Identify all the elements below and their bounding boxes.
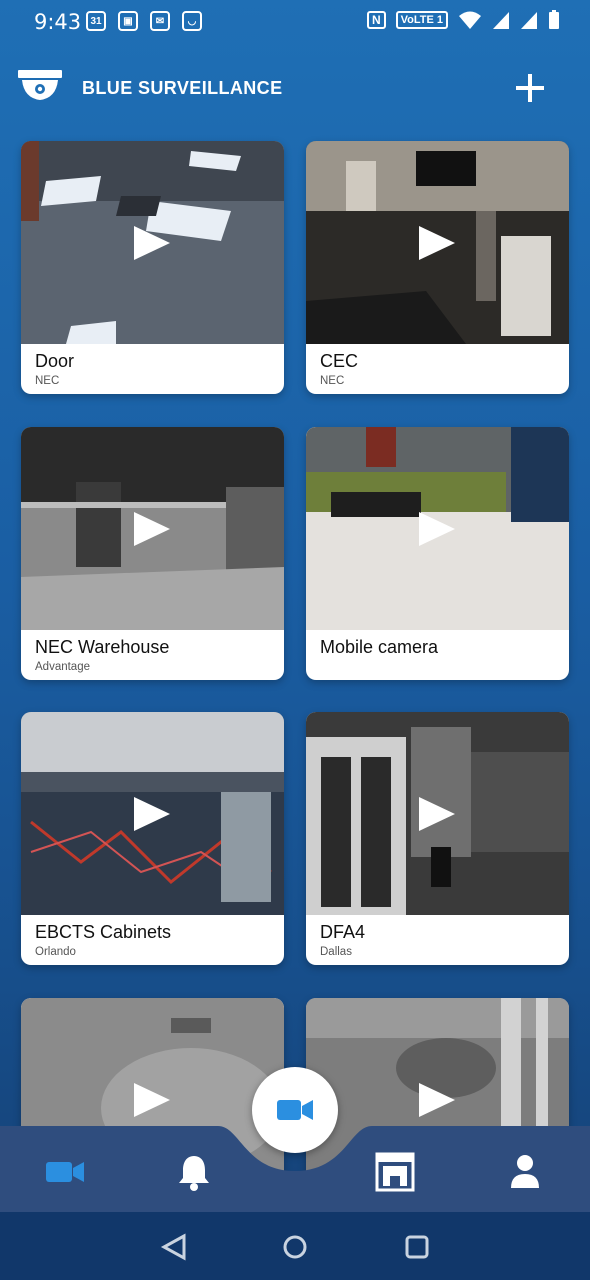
play-icon[interactable] bbox=[134, 797, 170, 831]
camera-location: Dallas bbox=[320, 946, 352, 958]
camera-location: Advantage bbox=[35, 661, 90, 673]
play-icon[interactable] bbox=[419, 797, 455, 831]
signal-icon bbox=[493, 12, 509, 29]
play-icon[interactable] bbox=[134, 512, 170, 546]
photos-icon: ▣ bbox=[118, 11, 138, 31]
notification-icons: 31 ▣ ✉ ◡ bbox=[86, 11, 202, 31]
recents-icon[interactable] bbox=[402, 1232, 432, 1262]
camera-name: Mobile camera bbox=[320, 637, 439, 657]
wifi-icon bbox=[459, 11, 481, 29]
camera-card[interactable]: Door NEC bbox=[21, 141, 284, 394]
calendar-icon: 31 bbox=[86, 11, 106, 31]
recordings-icon[interactable] bbox=[373, 1150, 417, 1194]
camera-thumbnail[interactable] bbox=[306, 141, 569, 344]
camera-thumbnail[interactable] bbox=[306, 427, 569, 630]
security-camera-icon bbox=[18, 70, 62, 100]
camera-name: EBCTS Cabinets bbox=[35, 922, 172, 942]
volte-badge: VoLTE 1 bbox=[395, 11, 448, 29]
play-icon[interactable] bbox=[419, 1083, 455, 1117]
system-status-icons: N VoLTE 1 bbox=[366, 10, 560, 30]
camera-card[interactable]: EBCTS Cabinets Orlando bbox=[21, 712, 284, 965]
status-time: 9:43 bbox=[34, 10, 82, 34]
camera-name: Door bbox=[35, 351, 75, 371]
live-camera-fab[interactable] bbox=[252, 1067, 338, 1153]
camera-thumbnail[interactable] bbox=[21, 141, 284, 344]
camera-thumbnail[interactable] bbox=[21, 712, 284, 915]
add-camera-button[interactable] bbox=[512, 70, 548, 106]
camera-thumbnail[interactable] bbox=[21, 427, 284, 630]
camera-name: CEC bbox=[320, 351, 359, 371]
play-icon[interactable] bbox=[419, 512, 455, 546]
play-icon[interactable] bbox=[134, 226, 170, 260]
camera-card[interactable]: NEC Warehouse Advantage bbox=[21, 427, 284, 680]
camera-location: NEC bbox=[35, 375, 60, 387]
camera-card[interactable]: CEC NEC bbox=[306, 141, 569, 394]
camera-location: NEC bbox=[320, 375, 345, 387]
video-camera-icon[interactable] bbox=[44, 1150, 88, 1194]
system-nav-bar bbox=[0, 1212, 590, 1280]
play-icon[interactable] bbox=[419, 226, 455, 260]
user-icon[interactable] bbox=[503, 1150, 547, 1194]
app-title: BLUE SURVEILLANCE bbox=[82, 78, 283, 98]
camera-notification-icon: ◡ bbox=[182, 11, 202, 31]
camera-name: NEC Warehouse bbox=[35, 637, 170, 657]
camera-card[interactable]: DFA4 Dallas bbox=[306, 712, 569, 965]
battery-icon bbox=[549, 10, 559, 29]
camera-card[interactable]: Mobile camera bbox=[306, 427, 569, 680]
signal-2-icon bbox=[521, 12, 537, 29]
app-header: BLUE SURVEILLANCE bbox=[0, 44, 590, 134]
status-bar: 9:43 31 ▣ ✉ ◡ N VoLTE 1 bbox=[0, 0, 590, 44]
bell-icon[interactable] bbox=[172, 1150, 216, 1194]
camera-name: DFA4 bbox=[320, 922, 366, 942]
home-icon[interactable] bbox=[280, 1232, 310, 1262]
back-icon[interactable] bbox=[160, 1232, 190, 1262]
play-icon[interactable] bbox=[134, 1083, 170, 1117]
video-camera-icon bbox=[277, 1100, 313, 1120]
nfc-icon: N bbox=[366, 11, 386, 29]
camera-location: Orlando bbox=[35, 946, 76, 958]
camera-thumbnail[interactable] bbox=[306, 712, 569, 915]
mail-icon: ✉ bbox=[150, 11, 170, 31]
